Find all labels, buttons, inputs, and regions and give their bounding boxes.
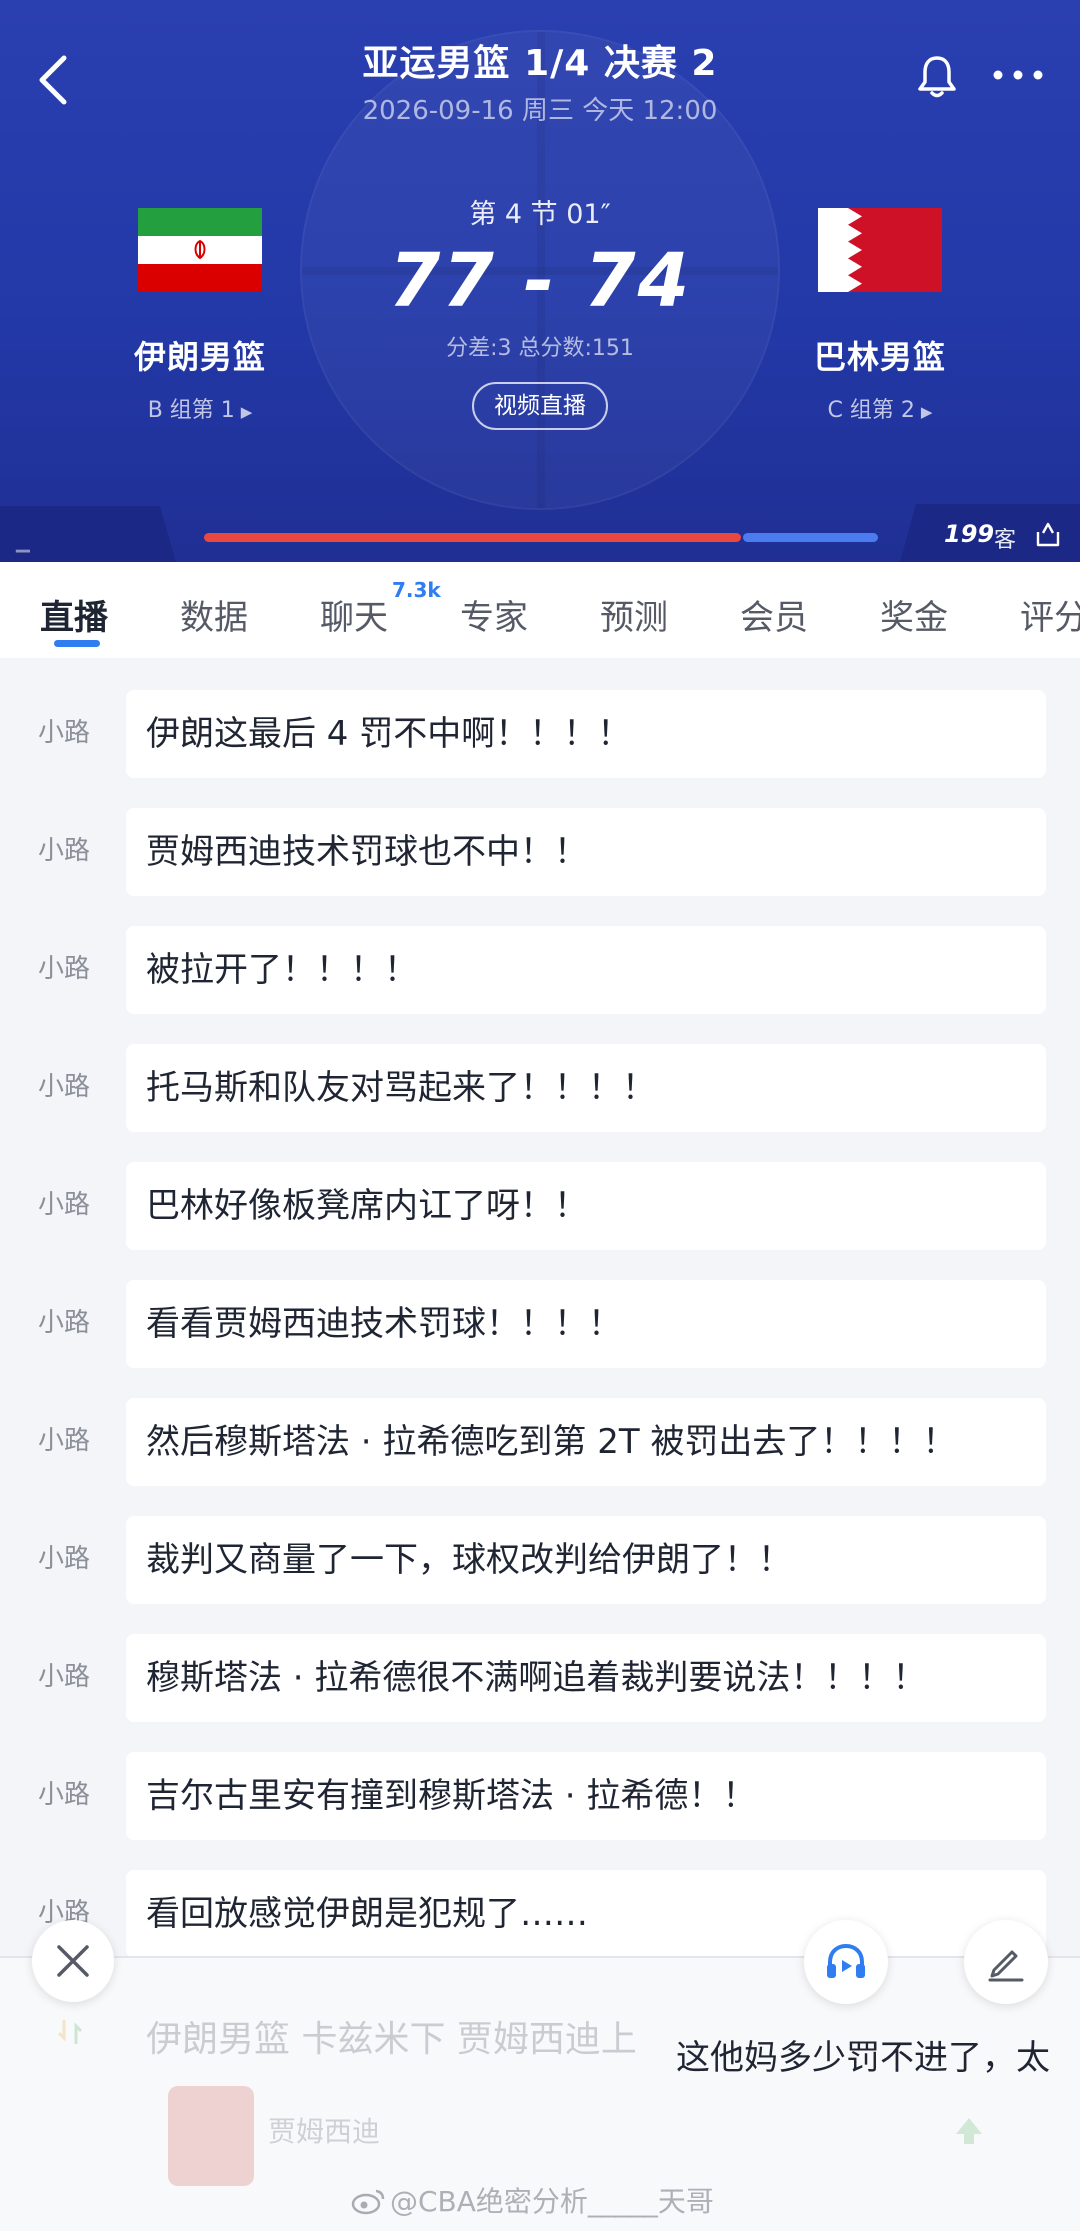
tab-experts[interactable]: 专家 [460, 590, 528, 639]
headphones-icon [827, 1943, 865, 1978]
faded-player-card: 贾姆西迪 [160, 2080, 1020, 2190]
player-avatar [168, 2086, 254, 2186]
message-text: 看回放感觉伊朗是犯规了…… [126, 1870, 1046, 1958]
tab-chat[interactable]: 聊天 7.3k [320, 578, 441, 639]
author-name: 小路 [38, 1308, 91, 1338]
arrow-up-icon [952, 2114, 986, 2148]
watermark-text: @CBA绝密分析_____天哥 [390, 2185, 714, 2218]
author-name: 小路 [38, 1662, 91, 1692]
close-icon [57, 1945, 89, 1977]
tab-bonus[interactable]: 奖金 [880, 590, 948, 639]
bahrain-flag-icon [818, 208, 942, 292]
danmaku-comment: 这他妈多少罚不进了，太 [676, 2038, 1050, 2078]
home-team[interactable]: 伊朗男篮 B 组第 1 ▶ [90, 208, 310, 424]
list-item: 小路 看回放感觉伊朗是犯规了…… [0, 1870, 1080, 1958]
watermark: @CBA绝密分析_____天哥 [350, 2180, 714, 2220]
message-text: 穆斯塔法 · 拉希德很不满啊追着裁判要说法！！！！ [126, 1634, 1046, 1722]
message-text: 托马斯和队友对骂起来了！！！！ [126, 1044, 1046, 1132]
tab-stats[interactable]: 数据 [180, 590, 248, 639]
home-team-rank-text: B 组第 1 [147, 398, 235, 423]
tab-member[interactable]: 会员 [740, 590, 808, 639]
tab-live[interactable]: 直播 [40, 590, 108, 639]
message-text: 巴林好像板凳席内讧了呀！！ [126, 1162, 1046, 1250]
author-name: 小路 [38, 954, 91, 984]
list-item: 小路 穆斯塔法 · 拉希德很不满啊追着裁判要说法！！！！ [0, 1634, 1080, 1722]
expand-icon: ▁ [16, 532, 30, 553]
list-item: 小路 看看贾姆西迪技术罚球！！！！ [0, 1280, 1080, 1368]
author-name: 小路 [38, 1072, 91, 1102]
tab-bar: 直播 数据 聊天 7.3k 专家 预测 会员 奖金 评分 [0, 562, 1080, 658]
pencil-icon [988, 1950, 1024, 1982]
close-button[interactable] [32, 1920, 114, 2002]
substitution-icon [54, 2016, 86, 2048]
message-text: 伊朗这最后 4 罚不中啊！！！！ [126, 690, 1046, 778]
viewer-share-tab[interactable]: 199 客 [900, 504, 1080, 562]
match-title: 亚运男篮 1/4 决赛 2 [362, 43, 718, 84]
home-support-bar [204, 533, 741, 542]
home-team-rank[interactable]: B 组第 1 ▶ [90, 392, 310, 424]
author-name: 小路 [38, 1190, 91, 1220]
list-item: 小路 被拉开了！！！！ [0, 926, 1080, 1014]
tab-rating[interactable]: 评分 [1020, 590, 1080, 639]
live-feed: 小路 伊朗这最后 4 罚不中啊！！！！ 小路 贾姆西迪技术罚球也不中！！ 小路 … [0, 658, 1080, 1958]
tab-chat-label: 聊天 [320, 598, 388, 638]
triangle-right-icon: ▶ [240, 403, 253, 421]
away-team-name: 巴林男篮 [813, 338, 946, 376]
chat-count-badge: 7.3k [392, 578, 441, 602]
list-item: 小路 吉尔古里安有撞到穆斯塔法 · 拉希德！！ [0, 1752, 1080, 1840]
bell-icon[interactable] [915, 52, 959, 100]
score: 77 - 74 [388, 238, 692, 324]
active-tab-indicator [54, 640, 100, 647]
viewer-count: 199 [944, 520, 995, 548]
score-detail: 分差:3 总分数:151 [446, 336, 634, 361]
message-text: 看看贾姆西迪技术罚球！！！！ [126, 1280, 1046, 1368]
away-team-rank-text: C 组第 2 [827, 398, 915, 423]
left-expand-tab[interactable]: ▁ [0, 506, 176, 562]
away-support-bar [743, 533, 878, 542]
away-team[interactable]: 巴林男篮 C 组第 2 ▶ [770, 208, 990, 424]
guest-label: 客 [994, 528, 1017, 553]
iran-flag-icon [138, 208, 262, 292]
share-icon[interactable] [1034, 520, 1062, 548]
faded-substitution-event: 伊朗男篮 卡兹米下 贾姆西迪上 [54, 2002, 694, 2062]
author-name: 小路 [38, 1780, 91, 1810]
period-clock: 第 4 节 01″ [469, 199, 611, 230]
more-icon[interactable] [990, 60, 1046, 90]
video-live-button[interactable]: 视频直播 [472, 382, 608, 430]
tab-predict[interactable]: 预测 [600, 590, 668, 639]
list-item: 小路 托马斯和队友对骂起来了！！！！ [0, 1044, 1080, 1132]
message-text: 然后穆斯塔法 · 拉希德吃到第 2T 被罚出去了！！！！ [126, 1398, 1046, 1486]
author-name: 小路 [38, 1426, 91, 1456]
author-name: 小路 [38, 718, 91, 748]
author-name: 小路 [38, 1544, 91, 1574]
substitution-text: 伊朗男篮 卡兹米下 贾姆西迪上 [146, 2019, 637, 2060]
audio-commentary-button[interactable] [804, 1920, 888, 2004]
back-icon[interactable] [30, 50, 80, 110]
list-item: 小路 裁判又商量了一下，球权改判给伊朗了！！ [0, 1516, 1080, 1604]
weibo-logo-icon [350, 2187, 386, 2215]
message-text: 吉尔古里安有撞到穆斯塔法 · 拉希德！！ [126, 1752, 1046, 1840]
list-item: 小路 贾姆西迪技术罚球也不中！！ [0, 808, 1080, 896]
list-item: 小路 伊朗这最后 4 罚不中啊！！！！ [0, 690, 1080, 778]
message-text: 被拉开了！！！！ [126, 926, 1046, 1014]
list-item: 小路 巴林好像板凳席内讧了呀！！ [0, 1162, 1080, 1250]
player-name: 贾姆西迪 [268, 2115, 381, 2148]
list-item: 小路 然后穆斯塔法 · 拉希德吃到第 2T 被罚出去了！！！！ [0, 1398, 1080, 1486]
home-team-name: 伊朗男篮 [133, 338, 266, 376]
message-text: 贾姆西迪技术罚球也不中！！ [126, 808, 1046, 896]
triangle-right-icon: ▶ [920, 403, 933, 421]
message-text: 裁判又商量了一下，球权改判给伊朗了！！ [126, 1516, 1046, 1604]
author-name: 小路 [38, 836, 91, 866]
compose-button[interactable] [964, 1920, 1048, 2004]
away-team-rank[interactable]: C 组第 2 ▶ [770, 392, 990, 424]
match-datetime: 2026-09-16 周三 今天 12:00 [362, 96, 718, 126]
match-header: 亚运男篮 1/4 决赛 2 2026-09-16 周三 今天 12:00 伊朗男… [0, 0, 1080, 562]
